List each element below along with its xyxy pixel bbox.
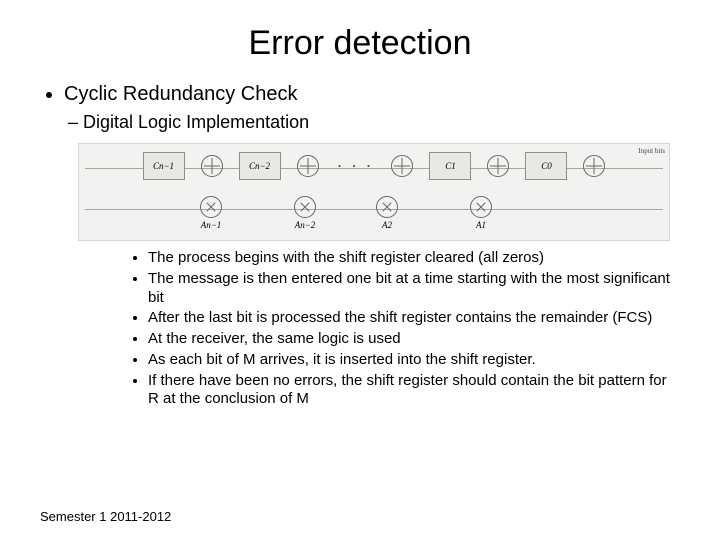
multiply-icon [200, 196, 222, 218]
mul-block: A2 [376, 196, 398, 230]
slide: Error detection Cyclic Redundancy Check … [0, 0, 720, 540]
sub-bullet: The process begins with the shift regist… [148, 249, 680, 268]
mul-block: An−2 [294, 196, 316, 230]
sub-bullet: At the receiver, the same logic is used [148, 330, 680, 349]
register: Cn−2 [239, 152, 281, 180]
multiply-icon [470, 196, 492, 218]
sub-bullet: The message is then entered one bit at a… [148, 270, 680, 308]
ellipsis: · · · [335, 156, 376, 177]
sub-bullet-list: The process begins with the shift regist… [40, 249, 680, 409]
slide-title: Error detection [40, 24, 680, 63]
register: Cn−1 [143, 152, 185, 180]
footer-text: Semester 1 2011-2012 [40, 509, 171, 524]
register-row: Cn−1 Cn−2 · · · C1 C0 [79, 152, 669, 180]
bullet-impl: Digital Logic Implementation [68, 112, 680, 133]
crc-circuit-diagram: Input bits Cn−1 Cn−2 · · · C1 C0 An−1 An… [78, 143, 670, 241]
sub-bullet: If there have been no errors, the shift … [148, 372, 680, 410]
sub-bullet: After the last bit is processed the shif… [148, 309, 680, 328]
bullet-crc: Cyclic Redundancy Check [64, 83, 680, 106]
register: C1 [429, 152, 471, 180]
coefficient-row: An−1 An−2 ··· A2 A1 [79, 196, 669, 230]
xor-icon [201, 155, 223, 177]
xor-icon [487, 155, 509, 177]
bullet-list-1: Cyclic Redundancy Check [40, 83, 680, 106]
sub-bullet: As each bit of M arrives, it is inserted… [148, 351, 680, 370]
coefficient-label: An−1 [201, 220, 222, 230]
coefficient-label: A2 [382, 220, 392, 230]
register: C0 [525, 152, 567, 180]
multiply-icon [294, 196, 316, 218]
multiply-icon [376, 196, 398, 218]
xor-icon [583, 155, 605, 177]
xor-icon [297, 155, 319, 177]
mul-block: An−1 [200, 196, 222, 230]
xor-icon [391, 155, 413, 177]
mul-block: A1 [470, 196, 492, 230]
coefficient-label: A1 [476, 220, 486, 230]
coefficient-label: An−2 [295, 220, 316, 230]
bullet-list-2: Digital Logic Implementation [40, 112, 680, 133]
